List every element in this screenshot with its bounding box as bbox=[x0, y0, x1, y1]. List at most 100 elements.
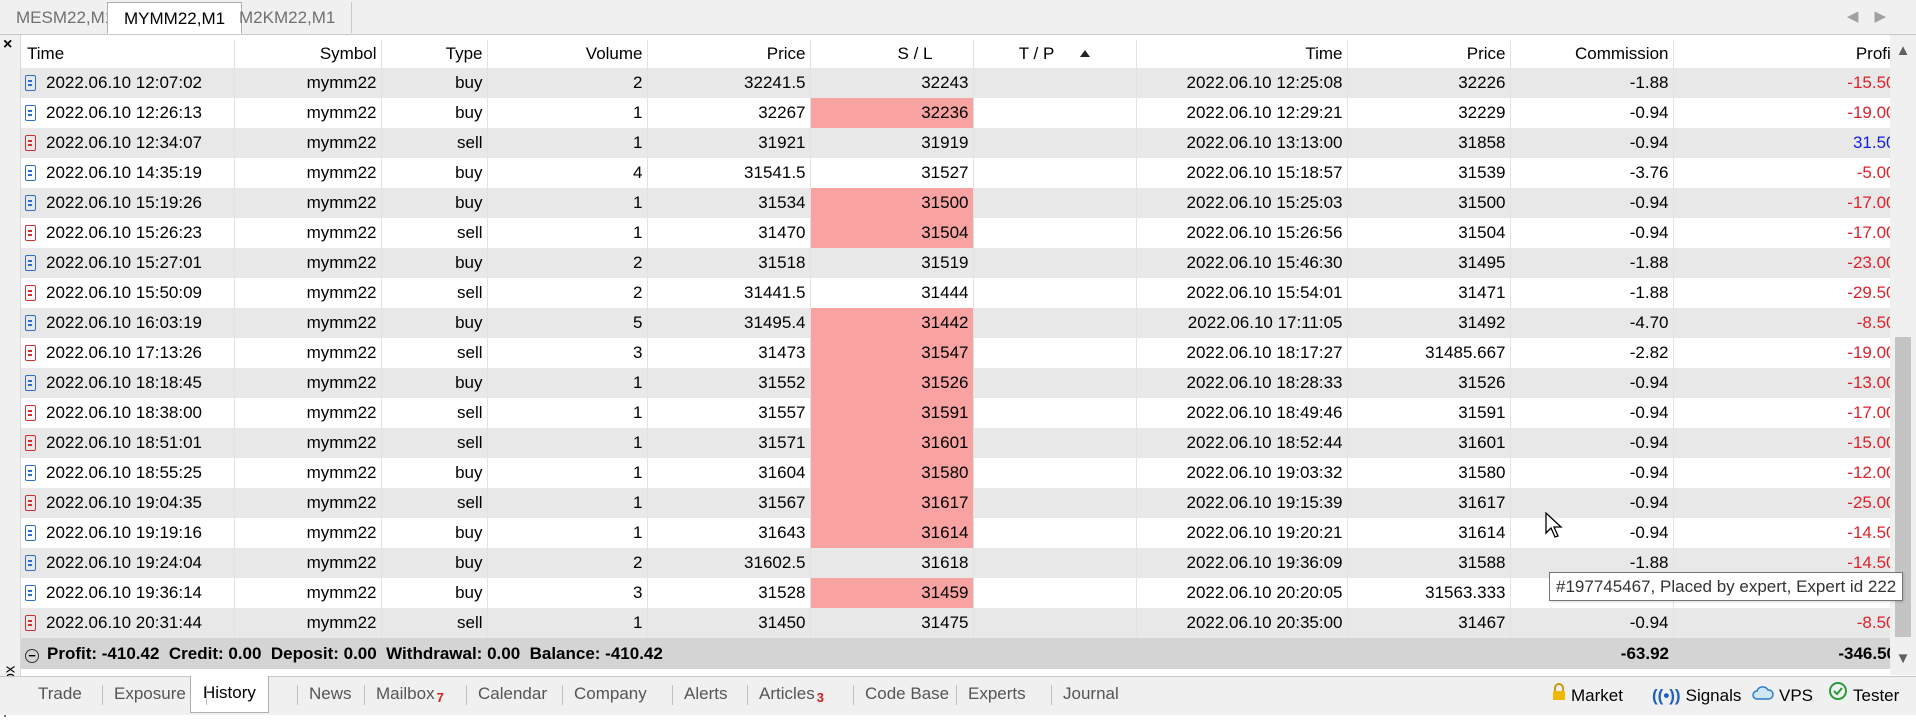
cell-symbol: mymm22 bbox=[234, 488, 382, 518]
collapse-icon[interactable]: − bbox=[25, 648, 39, 663]
open-time-text: 2022.06.10 15:26:23 bbox=[46, 223, 202, 242]
table-row[interactable]: 2022.06.10 15:19:26 mymm22 buy 1 31534 31500 2… bbox=[21, 188, 1890, 218]
cell-close-time: 2022.06.10 18:49:46 bbox=[1136, 398, 1348, 428]
bottom-tab-company[interactable]: Company bbox=[574, 677, 647, 711]
open-time-text: 2022.06.10 15:27:01 bbox=[46, 253, 202, 272]
column-header-close-time[interactable]: Time bbox=[1136, 40, 1348, 68]
table-row[interactable]: 2022.06.10 18:51:01 mymm22 sell 1 31571 31601… bbox=[21, 428, 1890, 458]
cell-volume: 1 bbox=[487, 608, 648, 638]
bottom-tab-news[interactable]: News bbox=[309, 677, 352, 711]
close-icon[interactable]: × bbox=[3, 37, 12, 53]
order-ticket-icon bbox=[25, 105, 36, 121]
cell-type: buy bbox=[381, 308, 488, 338]
table-row[interactable]: 2022.06.10 14:35:19 mymm22 buy 4 31541.5 3152… bbox=[21, 158, 1890, 188]
cell-profit: -8.50 bbox=[1673, 608, 1890, 638]
chart-tab-mymm22[interactable]: MYMM22,M1 bbox=[107, 2, 243, 34]
sort-ascending-icon bbox=[1080, 50, 1091, 57]
column-header-open-time[interactable]: Time bbox=[21, 40, 235, 68]
order-ticket-icon bbox=[25, 405, 36, 421]
cell-tp bbox=[973, 248, 1137, 278]
tab-scroll-arrows[interactable]: ◀▶ bbox=[1847, 0, 1902, 34]
cell-open-price: 31450 bbox=[647, 608, 811, 638]
tab-separator bbox=[562, 685, 563, 705]
cell-commission: -1.88 bbox=[1510, 248, 1674, 278]
cell-profit: -14.50 bbox=[1673, 518, 1890, 548]
tab-separator bbox=[466, 685, 467, 705]
open-time-text: 2022.06.10 12:07:02 bbox=[46, 73, 202, 92]
cell-close-price: 31563.333 bbox=[1347, 578, 1511, 608]
bottom-tab-journal[interactable]: Journal bbox=[1063, 677, 1119, 711]
column-header-volume[interactable]: Volume bbox=[487, 40, 648, 68]
bottom-tab-experts[interactable]: Experts bbox=[968, 677, 1026, 711]
table-row[interactable]: 2022.06.10 15:26:23 mymm22 sell 1 31470 31504… bbox=[21, 218, 1890, 248]
open-time-text: 2022.06.10 12:26:13 bbox=[46, 103, 202, 122]
cell-close-price: 31500 bbox=[1347, 188, 1511, 218]
column-header-type[interactable]: Type bbox=[381, 40, 488, 68]
cell-commission: -0.94 bbox=[1510, 488, 1674, 518]
table-row[interactable]: 2022.06.10 17:13:26 mymm22 sell 3 31473 31547… bbox=[21, 338, 1890, 368]
order-ticket-icon bbox=[25, 75, 36, 91]
cell-open-price: 31495.4 bbox=[647, 308, 811, 338]
tab-scroll-right-icon[interactable]: ▶ bbox=[1874, 8, 1902, 25]
cell-tp bbox=[973, 368, 1137, 398]
cell-close-time: 2022.06.10 12:29:21 bbox=[1136, 98, 1348, 128]
cell-symbol: mymm22 bbox=[234, 248, 382, 278]
cell-profit: -15.50 bbox=[1673, 68, 1890, 98]
table-row[interactable]: 2022.06.10 18:55:25 mymm22 buy 1 31604 31580 2… bbox=[21, 458, 1890, 488]
cell-volume: 2 bbox=[487, 68, 648, 98]
open-time-text: 2022.06.10 14:35:19 bbox=[46, 163, 202, 182]
table-row[interactable]: 2022.06.10 15:27:01 mymm22 buy 2 31518 31519 2… bbox=[21, 248, 1890, 278]
bottom-tab-alerts[interactable]: Alerts bbox=[684, 677, 727, 711]
bottom-tab-mailbox[interactable]: Mailbox 7 bbox=[376, 677, 444, 711]
order-ticket-icon bbox=[25, 525, 36, 541]
column-header-profit[interactable]: Profit bbox=[1673, 40, 1890, 68]
table-row[interactable]: 2022.06.10 19:19:16 mymm22 buy 1 31643 31614 2… bbox=[21, 518, 1890, 548]
cell-open-price: 31567 bbox=[647, 488, 811, 518]
column-header-commission[interactable]: Commission bbox=[1510, 40, 1674, 68]
chart-tab-m2km22[interactable]: M2KM22,M1 bbox=[223, 2, 353, 33]
tab-label: Articles bbox=[759, 684, 815, 703]
bottom-tab-history[interactable]: History bbox=[190, 676, 269, 713]
open-time-text: 2022.06.10 18:51:01 bbox=[46, 433, 202, 452]
column-header-open-price[interactable]: Price bbox=[647, 40, 811, 68]
tab-label: Alerts bbox=[684, 684, 728, 703]
bottom-tab-code-base[interactable]: Code Base bbox=[865, 677, 949, 711]
cell-sl: 31618 bbox=[810, 548, 974, 578]
cell-open-time: 2022.06.10 14:35:19 bbox=[21, 158, 235, 188]
table-row[interactable]: 2022.06.10 18:18:45 mymm22 buy 1 31552 31526 2… bbox=[21, 368, 1890, 398]
cell-sl: 32236 bbox=[810, 98, 974, 128]
market-button[interactable]: Market bbox=[1552, 677, 1623, 715]
scroll-down-icon[interactable]: ▼ bbox=[1890, 647, 1916, 671]
table-row[interactable]: 2022.06.10 18:38:00 mymm22 sell 1 31557 31591… bbox=[21, 398, 1890, 428]
scroll-up-icon[interactable]: ▲ bbox=[1890, 39, 1916, 63]
table-row[interactable]: 2022.06.10 15:50:09 mymm22 sell 2 31441.5 314… bbox=[21, 278, 1890, 308]
table-row[interactable]: 2022.06.10 12:07:02 mymm22 buy 2 32241.5 3224… bbox=[21, 68, 1890, 98]
tester-button[interactable]: Tester bbox=[1828, 677, 1899, 715]
cell-close-price: 31858 bbox=[1347, 128, 1511, 158]
column-header-close-price[interactable]: Price bbox=[1347, 40, 1511, 68]
table-row[interactable]: 2022.06.10 12:34:07 mymm22 sell 1 31921 31919… bbox=[21, 128, 1890, 158]
table-row[interactable]: 2022.06.10 19:04:35 mymm22 sell 1 31567 31617… bbox=[21, 488, 1890, 518]
table-row[interactable]: 2022.06.10 12:26:13 mymm22 buy 1 32267 32236 2… bbox=[21, 98, 1890, 128]
cell-symbol: mymm22 bbox=[234, 188, 382, 218]
column-header-symbol[interactable]: Symbol bbox=[234, 40, 382, 68]
bottom-tab-articles[interactable]: Articles 3 bbox=[759, 677, 824, 711]
bottom-tab-trade[interactable]: Trade bbox=[38, 677, 82, 711]
table-row[interactable]: 2022.06.10 20:31:44 mymm22 sell 1 31450 31475… bbox=[21, 608, 1890, 638]
table-row[interactable]: 2022.06.10 16:03:19 mymm22 buy 5 31495.4 3144… bbox=[21, 308, 1890, 338]
bottom-tab-bar: Market ((•)) Signals VPS Tester Trade Expo… bbox=[0, 676, 1916, 715]
tab-label: Code Base bbox=[865, 684, 950, 703]
vps-button[interactable]: VPS bbox=[1752, 677, 1813, 715]
cell-commission: -1.88 bbox=[1510, 278, 1674, 308]
tab-scroll-left-icon[interactable]: ◀ bbox=[1847, 8, 1875, 25]
column-header-tp[interactable]: T / P bbox=[973, 40, 1137, 68]
cell-sl: 31580 bbox=[810, 458, 974, 488]
column-header-sl[interactable]: S / L bbox=[810, 40, 974, 68]
cell-sl: 31617 bbox=[810, 488, 974, 518]
bottom-tab-exposure[interactable]: Exposure bbox=[114, 677, 186, 711]
signals-button[interactable]: ((•)) Signals bbox=[1652, 677, 1741, 715]
cell-sl: 32243 bbox=[810, 68, 974, 98]
cell-open-time: 2022.06.10 20:31:44 bbox=[21, 608, 235, 638]
cell-profit: -29.50 bbox=[1673, 278, 1890, 308]
bottom-tab-calendar[interactable]: Calendar bbox=[478, 677, 547, 711]
